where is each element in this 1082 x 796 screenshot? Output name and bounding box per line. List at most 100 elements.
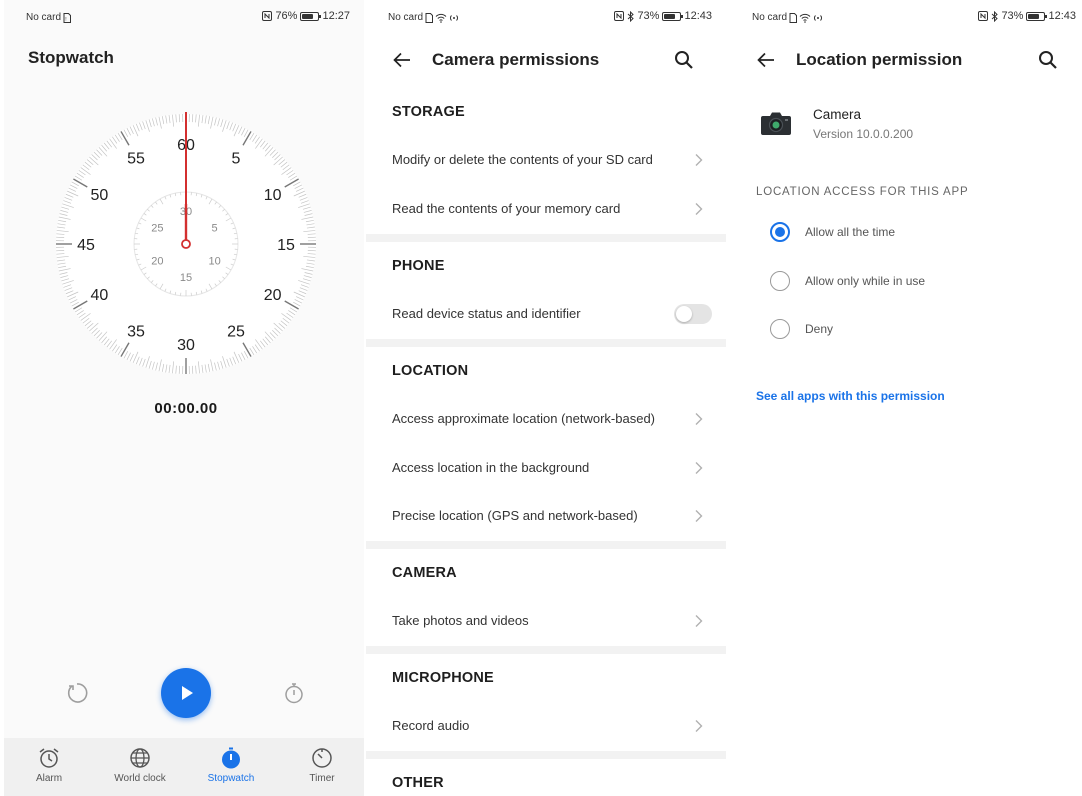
subdial-label: 25: [151, 223, 163, 235]
no-card-label: No card: [388, 12, 424, 23]
device-status-toggle[interactable]: [674, 304, 712, 324]
dial-label: 40: [90, 287, 108, 304]
permission-row-sd-card[interactable]: Modify or delete the contents of your SD…: [366, 138, 726, 182]
sim-card-icon: [425, 12, 434, 23]
permission-row-memory-card[interactable]: Read the contents of your memory card: [366, 187, 726, 231]
reset-icon: [67, 683, 88, 703]
no-card-label: No card: [26, 12, 62, 23]
dial-label: 10: [264, 187, 282, 204]
status-bar: No card ! 76% 12:27: [4, 0, 364, 34]
dial-label: 25: [227, 324, 245, 341]
arrow-left-icon: [757, 52, 774, 68]
tab-stopwatch[interactable]: Stopwatch: [186, 738, 276, 796]
subdial-label: 15: [180, 272, 192, 284]
permission-row-approx-location[interactable]: Access approximate location (network-bas…: [366, 397, 726, 441]
globe-icon: [130, 748, 150, 768]
lap-stopwatch-icon: [285, 683, 303, 704]
page-title: Camera permissions: [432, 50, 600, 69]
row-label: Modify or delete the contents of your SD…: [392, 152, 653, 167]
section-heading-other: OTHER: [392, 775, 444, 791]
subdial-label: 10: [208, 256, 220, 268]
sim-card-icon: [789, 12, 798, 23]
row-label: Record audio: [392, 718, 470, 733]
page-title: Stopwatch: [28, 48, 114, 67]
sim-card-icon: !: [63, 12, 72, 23]
row-label: Access approximate location (network-bas…: [392, 411, 656, 426]
search-icon: [675, 51, 693, 69]
section-divider: [366, 339, 726, 347]
clock-time: 12:27: [322, 10, 350, 22]
page-title: Location permission: [796, 50, 963, 69]
back-button[interactable]: [390, 48, 414, 72]
radio-button[interactable]: [770, 319, 790, 339]
option-allow-while-in-use[interactable]: Allow only while in use: [730, 261, 1082, 301]
search-button[interactable]: [672, 48, 696, 72]
app-name: Camera: [813, 107, 862, 122]
dial-label: 50: [90, 187, 108, 204]
no-card-label: No card: [752, 12, 788, 23]
permission-row-photos[interactable]: Take photos and videos: [366, 599, 726, 643]
app-bar: Location permission: [730, 40, 1082, 80]
tab-alarm[interactable]: Alarm: [4, 738, 94, 796]
option-label: Allow all the time: [805, 225, 896, 239]
permission-row-background-location[interactable]: Access location in the background: [366, 446, 726, 490]
app-version: Version 10.0.0.200: [813, 127, 914, 141]
section-heading-phone: PHONE: [392, 258, 445, 274]
location-permission-screen: No card 73% 12:43 Location permission Ca…: [730, 0, 1082, 796]
chevron-right-icon: [695, 462, 703, 474]
toggle-knob: [676, 306, 692, 322]
tab-world-clock[interactable]: World clock: [95, 738, 185, 796]
radio-button[interactable]: [770, 222, 790, 242]
chevron-right-icon: [695, 413, 703, 425]
lap-button[interactable]: [279, 678, 309, 708]
row-label: Access location in the background: [392, 460, 590, 475]
battery-icon: [300, 11, 322, 21]
section-divider: [366, 751, 726, 759]
nfc-icon: [614, 11, 625, 21]
dial-label: 5: [232, 150, 241, 167]
play-icon: [182, 686, 193, 700]
bluetooth-icon: [992, 10, 999, 22]
dial-label: 20: [264, 287, 282, 304]
status-bar: No card 73% 12:43: [730, 0, 1082, 34]
section-divider: [366, 234, 726, 242]
bluetooth-icon: [628, 10, 635, 22]
stopwatch-dial: 6051015202530354045505530510152025: [56, 112, 316, 374]
reset-button[interactable]: [62, 678, 92, 708]
chevron-right-icon: [695, 720, 703, 732]
permission-row-precise-location[interactable]: Precise location (GPS and network-based): [366, 494, 726, 538]
row-label: Read the contents of your memory card: [392, 201, 621, 216]
dial-label: 15: [277, 237, 295, 254]
status-bar: No card 73% 12:43: [366, 0, 726, 34]
stopwatch-screen: No card ! 76% 12:27 Stopwatch 60 5 10 15 20 2…: [4, 0, 364, 796]
option-allow-all-the-time[interactable]: Allow all the time: [730, 212, 1082, 252]
section-heading-microphone: MICROPHONE: [392, 670, 494, 686]
elapsed-time: 00:00.00: [154, 400, 218, 417]
dial-label: 55: [127, 150, 145, 167]
svg-text:!: !: [65, 17, 66, 23]
tab-label: Stopwatch: [207, 773, 255, 784]
radio-button[interactable]: [770, 271, 790, 291]
start-button[interactable]: [161, 668, 211, 718]
battery-percent: 76%: [275, 10, 298, 22]
subdial-label: 5: [212, 223, 218, 235]
chevron-right-icon: [695, 154, 703, 166]
app-bar: Camera permissions: [366, 40, 726, 80]
section-heading-camera: CAMERA: [392, 565, 457, 581]
dial-label: 35: [127, 324, 145, 341]
back-button[interactable]: [754, 48, 778, 72]
row-label: Precise location (GPS and network-based): [392, 508, 638, 523]
option-label: Allow only while in use: [805, 274, 926, 288]
search-button[interactable]: [1036, 48, 1060, 72]
see-all-apps-link[interactable]: See all apps with this permission: [756, 389, 945, 403]
row-label: Read device status and identifier: [392, 306, 581, 321]
nfc-icon: [978, 11, 989, 21]
hotspot-icon: [813, 14, 823, 21]
tab-timer[interactable]: Timer: [277, 738, 364, 796]
tab-label: Alarm: [35, 773, 63, 784]
clock-time: 12:43: [1048, 10, 1076, 22]
nfc-icon: [262, 11, 273, 21]
permission-row-record-audio[interactable]: Record audio: [366, 704, 726, 748]
dial-label: 45: [77, 237, 95, 254]
option-deny[interactable]: Deny: [730, 309, 1082, 349]
